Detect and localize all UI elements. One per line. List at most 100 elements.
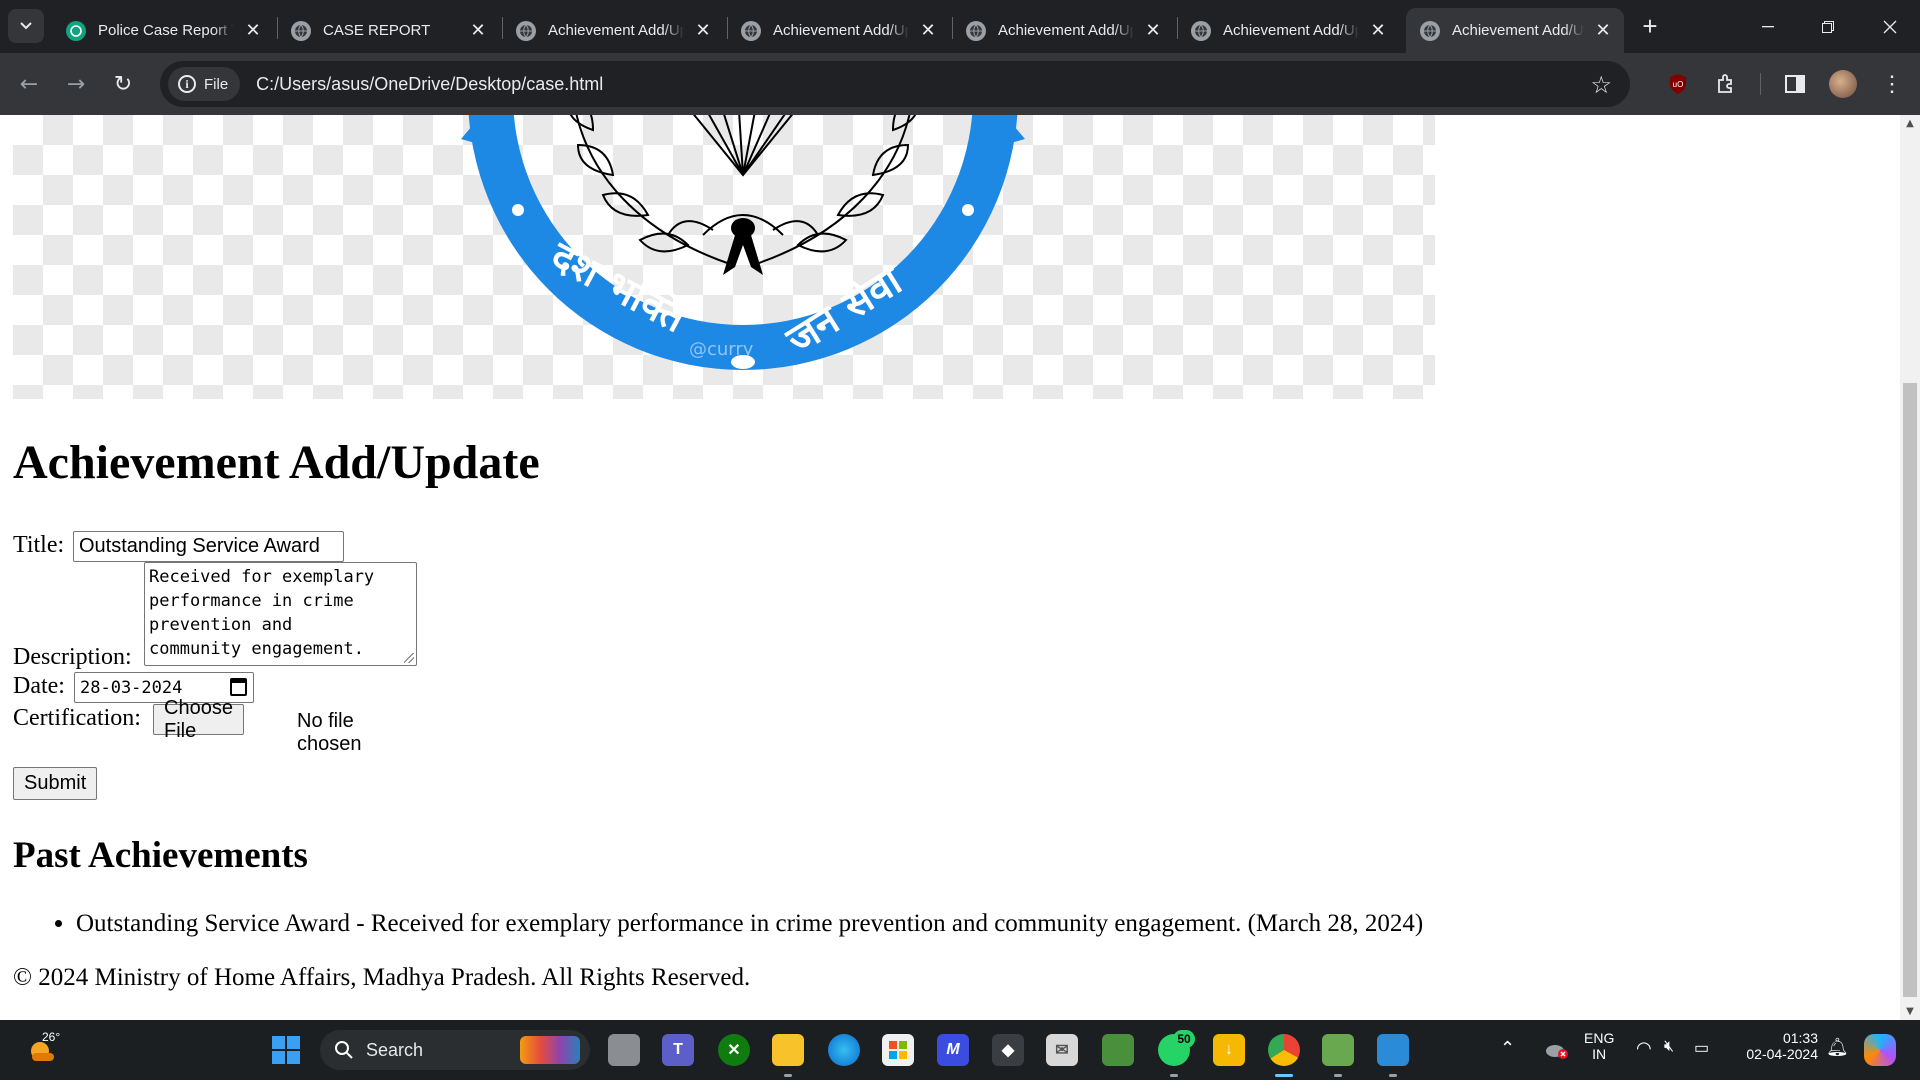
windows-taskbar: 26° Search T ✕ M ◆ ✉ 50 ↓ ⌃ ENG IN ◠ 🔇︎ … — [0, 1020, 1920, 1080]
page-viewport: देश भक्ति जन सेवा @curry Achievement Add… — [0, 115, 1900, 1020]
volume-muted-icon[interactable]: 🔇︎ — [1664, 1038, 1674, 1056]
title-input[interactable]: Outstanding Service Award — [73, 531, 344, 562]
tab-title: Police Case Report Te — [98, 22, 234, 39]
whatsapp-badge: 50 — [1173, 1030, 1195, 1048]
language-indicator[interactable]: ENG IN — [1584, 1030, 1614, 1062]
tab-title: Achievement Add/Up — [998, 22, 1134, 39]
toolbar-divider — [1760, 73, 1761, 95]
scrollbar-thumb[interactable] — [1903, 383, 1917, 997]
onedrive-error-icon[interactable] — [1540, 1034, 1572, 1066]
tab-title: Achievement Add/Up — [1223, 22, 1359, 39]
m365-icon[interactable]: M — [937, 1034, 969, 1066]
xbox-icon[interactable]: ✕ — [718, 1034, 750, 1066]
tab-title: CASE REPORT — [323, 22, 431, 39]
url-text[interactable]: C:/Users/asus/OneDrive/Desktop/case.html — [256, 74, 603, 95]
close-tab-icon[interactable]: ✕ — [917, 20, 939, 42]
close-tab-icon[interactable]: ✕ — [242, 20, 264, 42]
tab-achievement-1[interactable]: Achievement Add/Up ✕ — [502, 8, 724, 53]
mail-icon[interactable]: ✉ — [1046, 1034, 1078, 1066]
arrow-right-icon: → — [66, 71, 86, 97]
close-icon — [1883, 20, 1897, 33]
copilot-icon[interactable] — [1864, 1034, 1896, 1066]
profile-avatar[interactable] — [1828, 69, 1858, 99]
globe-icon — [1191, 20, 1211, 41]
search-icon — [335, 1041, 353, 1059]
restore-icon — [1822, 20, 1834, 33]
scroll-down-icon[interactable]: ▼ — [1900, 1003, 1920, 1020]
tab-case-report[interactable]: CASE REPORT ✕ — [277, 8, 499, 53]
clock[interactable]: 01:33 02-04-2024 — [1734, 1030, 1818, 1062]
notification-bell-icon[interactable]: 🔔︎ — [1826, 1037, 1849, 1058]
scroll-up-icon[interactable]: ▲ — [1900, 115, 1920, 132]
battery-icon[interactable]: ▭ — [1694, 1038, 1709, 1058]
calendar-icon[interactable] — [230, 678, 247, 696]
new-tab-button[interactable]: + — [1636, 11, 1664, 41]
close-tab-icon[interactable]: ✕ — [1592, 20, 1614, 42]
watermark-text: @curry — [689, 339, 754, 360]
show-hidden-icons-chevron-icon[interactable]: ⌃ — [1500, 1038, 1515, 1059]
side-panel-icon[interactable] — [1780, 69, 1810, 99]
date-label: Date: — [13, 673, 65, 699]
certification-row: Certification: — [13, 705, 141, 732]
minimize-icon — [1762, 25, 1774, 27]
clock-date: 02-04-2024 — [1746, 1046, 1818, 1062]
description-textarea[interactable]: Received for exemplary performance in cr… — [144, 562, 417, 666]
close-tab-icon[interactable]: ✕ — [1367, 20, 1389, 42]
start-button[interactable] — [270, 1034, 302, 1066]
date-value: 28-03-2024 — [80, 677, 183, 698]
reload-icon: ↻ — [113, 71, 133, 97]
file-explorer-icon[interactable] — [772, 1034, 804, 1066]
tab-achievement-3[interactable]: Achievement Add/Up ✕ — [952, 8, 1174, 53]
microsoft-store-icon[interactable] — [882, 1034, 914, 1066]
close-tab-icon[interactable]: ✕ — [692, 20, 714, 42]
tab-achievement-active[interactable]: Achievement Add/Up ✕ — [1406, 8, 1624, 53]
page-title: Achievement Add/Update — [13, 436, 540, 489]
downloads-icon[interactable]: ↓ — [1213, 1034, 1245, 1066]
resize-grip-icon[interactable] — [404, 653, 414, 663]
tab-police-case-report[interactable]: Police Case Report Te ✕ — [52, 8, 274, 53]
tab-title: Achievement Add/Up — [1452, 22, 1584, 39]
description-row: Description: — [13, 644, 132, 671]
taskbar-search[interactable]: Search — [320, 1030, 590, 1070]
ublock-extension-icon[interactable]: uO — [1663, 69, 1693, 99]
address-bar[interactable]: i File C:/Users/asus/OneDrive/Desktop/ca… — [160, 61, 1630, 107]
tab-search-button[interactable] — [8, 9, 44, 43]
date-row: Date: — [13, 673, 65, 700]
globe-icon — [1420, 20, 1440, 41]
minimize-button[interactable] — [1738, 0, 1798, 53]
forward-button[interactable]: → — [61, 69, 91, 99]
list-item: Outstanding Service Award - Received for… — [76, 910, 1423, 938]
tab-title: Achievement Add/Up — [773, 22, 909, 39]
chrome-icon[interactable] — [1268, 1034, 1300, 1066]
restore-button[interactable] — [1798, 0, 1858, 53]
close-window-button[interactable] — [1860, 0, 1920, 53]
running-indicator-active — [1275, 1074, 1293, 1077]
reload-button[interactable]: ↻ — [108, 69, 138, 99]
back-button[interactable]: ← — [14, 69, 44, 99]
footer-text: © 2024 Ministry of Home Affairs, Madhya … — [13, 964, 751, 991]
paint-icon[interactable] — [1377, 1034, 1409, 1066]
globe-icon — [516, 20, 536, 41]
more-menu-icon[interactable]: ⋮ — [1877, 69, 1907, 99]
tab-achievement-2[interactable]: Achievement Add/Up ✕ — [727, 8, 949, 53]
choose-file-button[interactable]: Choose File — [153, 697, 244, 742]
vertical-scrollbar[interactable]: ▲ ▼ — [1900, 115, 1920, 1020]
header-banner: देश भक्ति जन सेवा @curry — [13, 115, 1435, 399]
photos-icon[interactable] — [1102, 1034, 1134, 1066]
extensions-puzzle-icon[interactable] — [1711, 69, 1741, 99]
close-tab-icon[interactable]: ✕ — [1142, 20, 1164, 42]
submit-button[interactable]: Submit — [13, 767, 98, 800]
bookmark-star-icon[interactable]: ☆ — [1590, 71, 1612, 100]
title-label: Title: — [13, 532, 65, 558]
close-tab-icon[interactable]: ✕ — [467, 20, 489, 42]
task-view-icon[interactable] — [608, 1034, 640, 1066]
tab-achievement-4[interactable]: Achievement Add/Up ✕ — [1177, 8, 1399, 53]
chatgpt-icon — [66, 20, 86, 41]
unity-icon[interactable]: ◆ — [992, 1034, 1024, 1066]
edge-icon[interactable] — [828, 1034, 860, 1066]
description-text: Received for exemplary performance in cr… — [149, 567, 375, 659]
wifi-icon[interactable]: ◠ — [1636, 1038, 1652, 1059]
teams-icon[interactable]: T — [662, 1034, 694, 1066]
notepad-icon[interactable] — [1322, 1034, 1354, 1066]
site-info-chip[interactable]: i File — [168, 67, 241, 101]
